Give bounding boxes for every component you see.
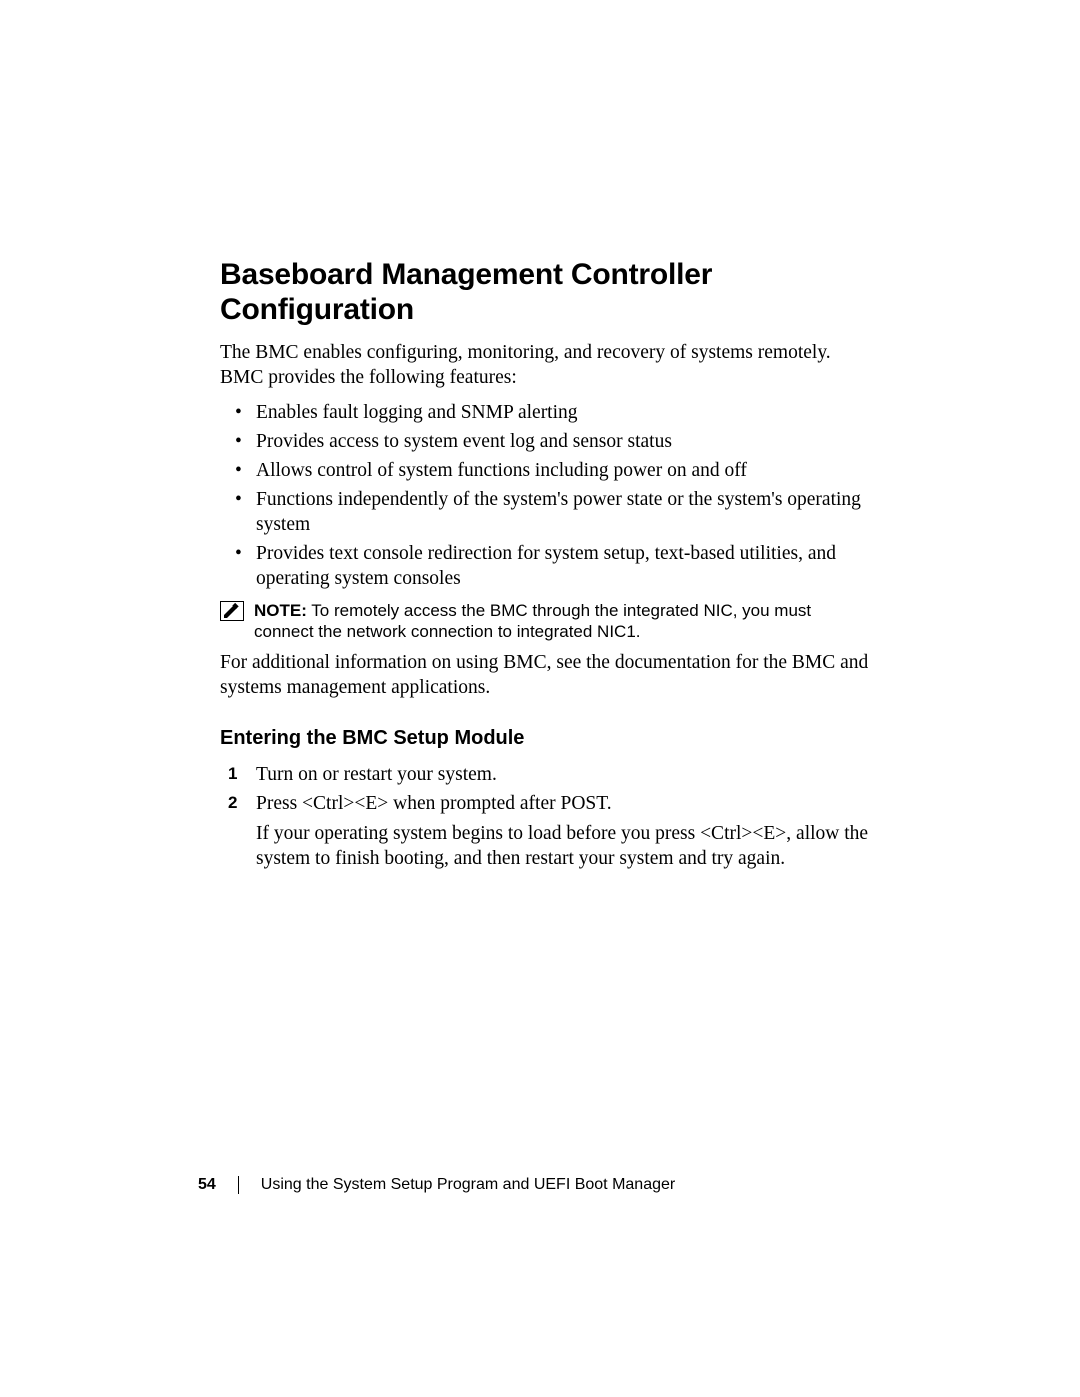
bullet-item: Provides text console redirection for sy… — [220, 542, 870, 592]
bullet-item: Functions independently of the system's … — [220, 488, 870, 538]
bullet-item: Enables fault logging and SNMP alerting — [220, 401, 870, 426]
note-pencil-icon — [220, 601, 244, 621]
footer-separator-icon — [238, 1176, 239, 1194]
feature-bullet-list: Enables fault logging and SNMP alerting … — [220, 401, 870, 592]
note-text: NOTE: To remotely access the BMC through… — [254, 600, 870, 644]
step-text: Press <Ctrl><E> when prompted after POST… — [256, 793, 612, 814]
subsection-heading: Entering the BMC Setup Module — [220, 727, 870, 750]
page-number: 54 — [198, 1176, 216, 1194]
step-item: Press <Ctrl><E> when prompted after POST… — [220, 791, 870, 871]
bullet-item: Provides access to system event log and … — [220, 430, 870, 455]
intro-paragraph: The BMC enables configuring, monitoring,… — [220, 341, 870, 391]
footer-title: Using the System Setup Program and UEFI … — [261, 1176, 675, 1194]
document-page: Baseboard Management Controller Configur… — [0, 0, 1080, 1397]
step-followup-text: If your operating system begins to load … — [256, 821, 870, 872]
step-text: Turn on or restart your system. — [256, 764, 497, 785]
note-block: NOTE: To remotely access the BMC through… — [220, 600, 870, 644]
page-footer: 54 Using the System Setup Program and UE… — [198, 1176, 675, 1194]
note-label: NOTE: — [254, 601, 307, 620]
note-body: To remotely access the BMC through the i… — [254, 601, 811, 642]
bullet-item: Allows control of system functions inclu… — [220, 459, 870, 484]
steps-ordered-list: Turn on or restart your system. Press <C… — [220, 762, 870, 871]
paragraph-after-note: For additional information on using BMC,… — [220, 651, 870, 701]
step-item: Turn on or restart your system. — [220, 762, 870, 787]
section-heading: Baseboard Management Controller Configur… — [220, 258, 870, 327]
